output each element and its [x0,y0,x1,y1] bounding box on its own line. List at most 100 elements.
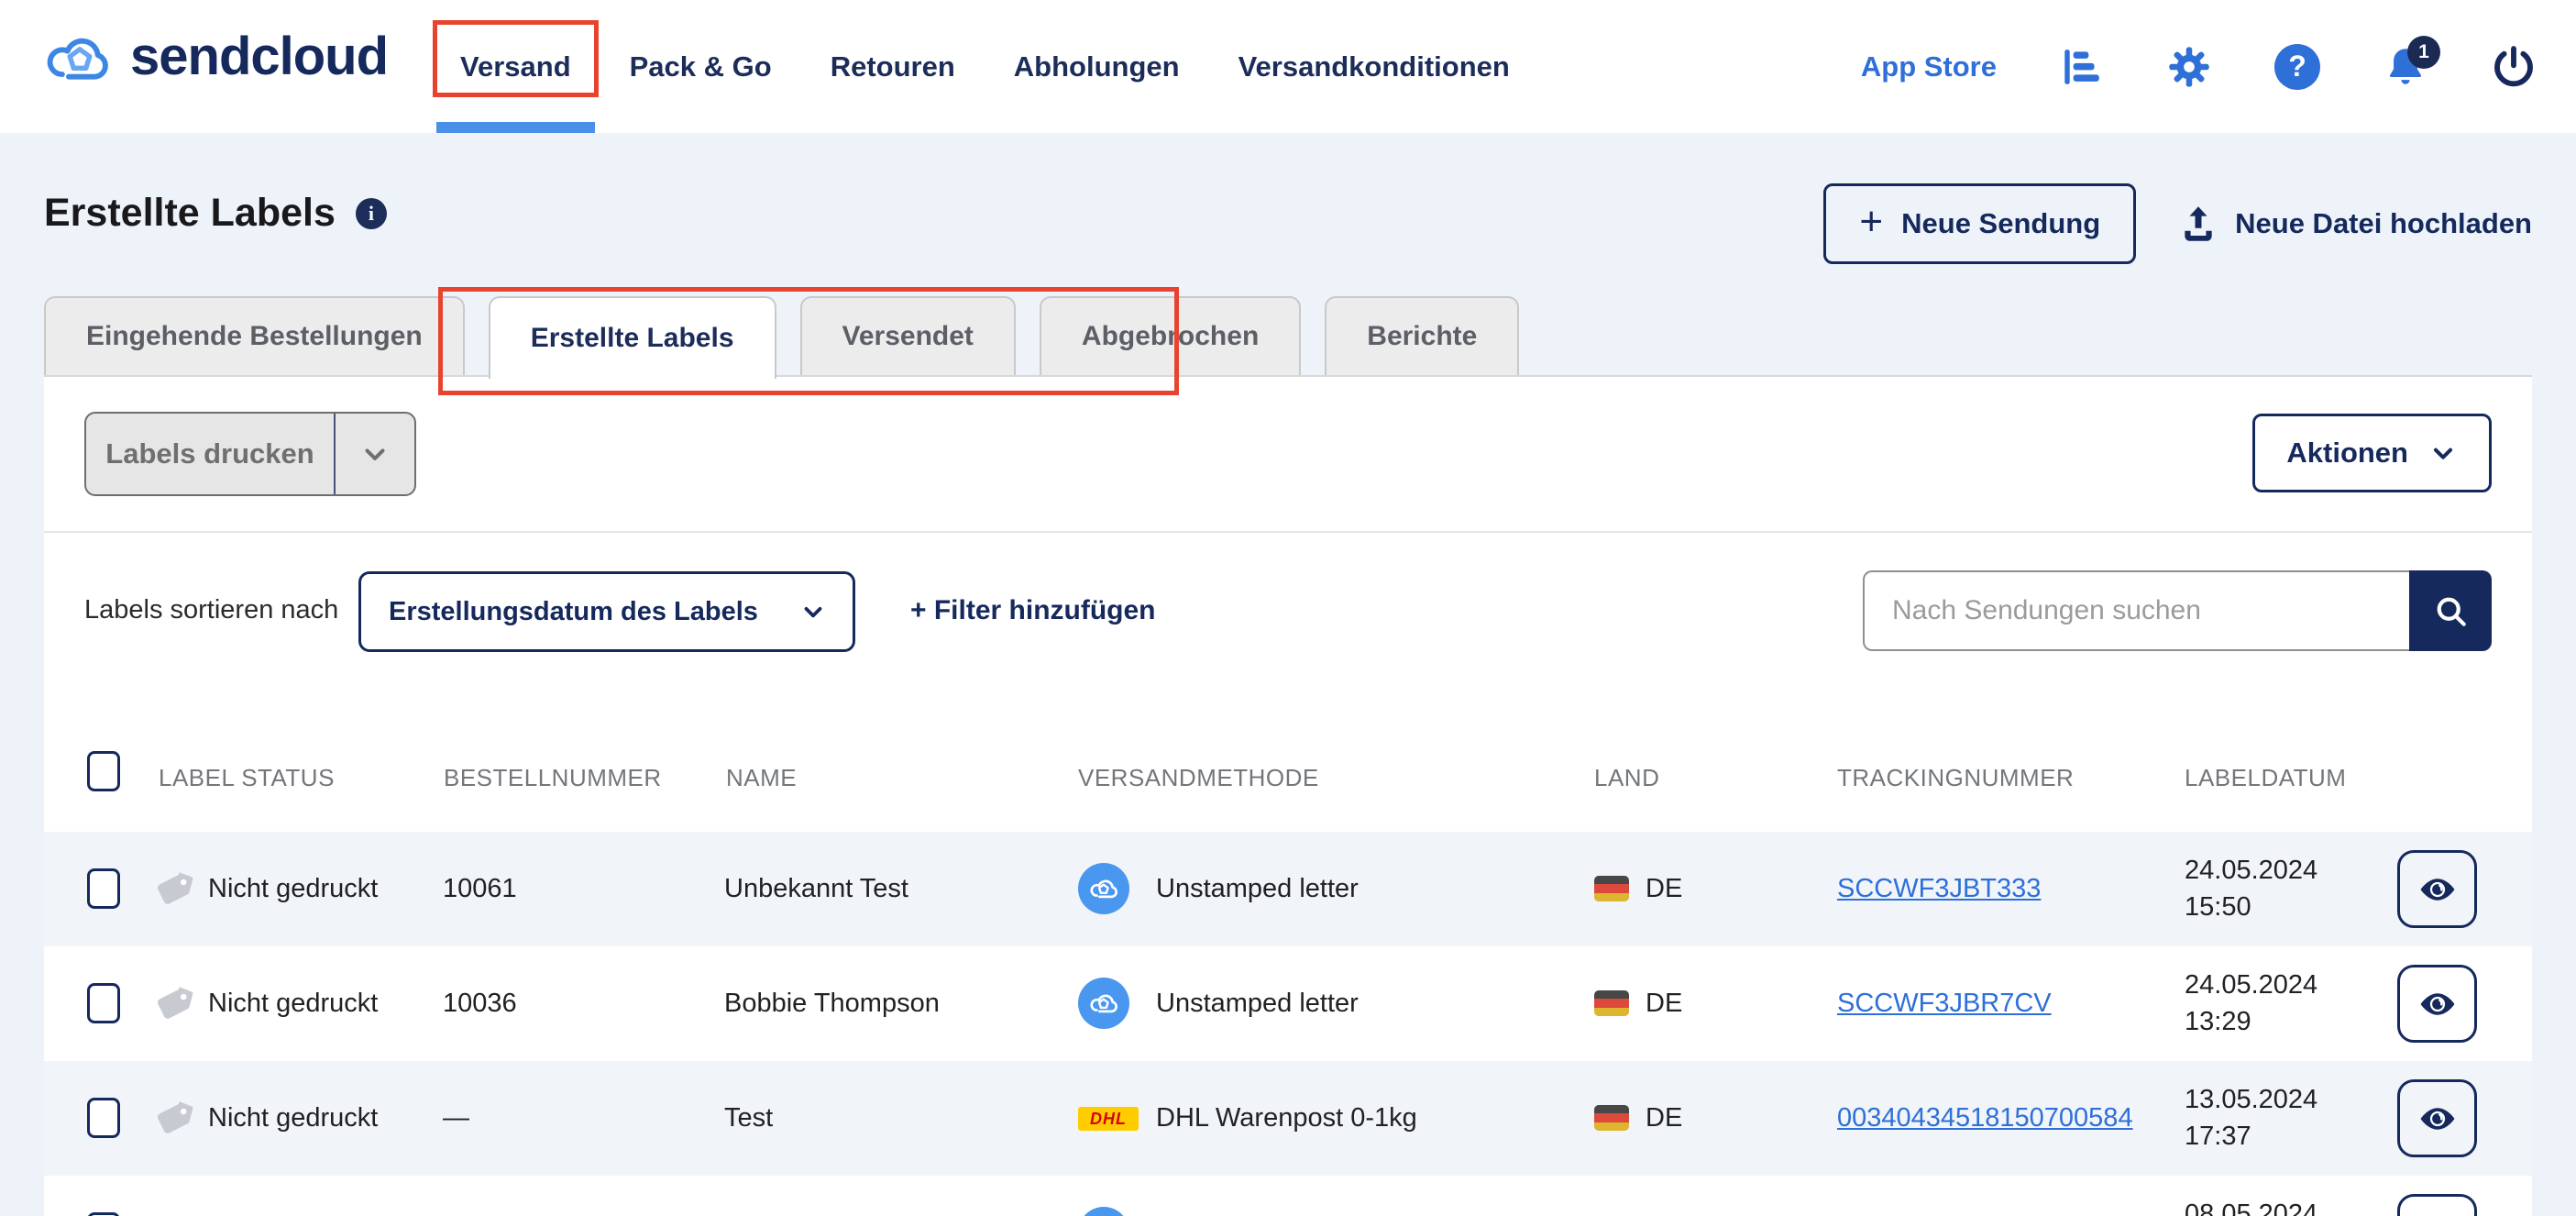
order-number-cell: 10061 [443,874,517,904]
label-status-cell: Nicht gedruckt [208,1103,378,1133]
sendcloud-logo[interactable]: sendcloud [44,26,388,87]
print-labels-split-button[interactable]: Labels drucken [84,412,416,496]
row-checkbox[interactable] [87,983,120,1023]
eye-icon [2416,1097,2460,1141]
country-cell: DE [1646,874,1682,904]
tab-eingehende-bestellungen[interactable]: Eingehende Bestellungen [44,296,465,375]
germany-flag-icon [1594,876,1629,901]
tab-bar: Eingehende Bestellungen Erstellte Labels V… [44,296,1519,379]
eye-icon [2416,982,2460,1026]
view-shipment-button[interactable] [2397,965,2477,1043]
dhl-carrier-icon: DHL [1078,1107,1139,1131]
page-title: Erstellte Labels [44,191,336,236]
tracking-link[interactable]: 00340434518150700584 [1837,1103,2133,1133]
tag-icon [152,867,194,913]
table-row: Nicht gedruckt DHL 08.05.2024 [44,1176,2532,1216]
app-store-link[interactable]: App Store [1861,50,1997,83]
sendcloud-carrier-icon [1078,978,1129,1029]
tag-icon [152,1096,194,1143]
row-checkbox[interactable] [87,1098,120,1138]
gear-icon[interactable] [2165,43,2213,91]
col-tracking: TRACKINGNUMMER [1837,764,2074,792]
germany-flag-icon [1594,990,1629,1016]
name-cell: Test [724,1103,773,1133]
label-date-cell: 24.05.202413:29 [2185,967,2317,1040]
plus-icon: + [1859,202,1883,242]
name-cell: Bobbie Thompson [724,989,940,1019]
search-input[interactable] [1863,570,2409,651]
print-labels-dropdown[interactable] [334,414,414,494]
col-ship-method: VERSANDMETHODE [1078,764,1319,792]
brand-name: sendcloud [130,26,388,87]
country-cell: DE [1646,989,1682,1019]
row-checkbox[interactable] [87,868,120,909]
name-cell: Unbekannt Test [724,874,908,904]
header-right-icons: App Store [1861,0,2537,133]
label-status-cell: Nicht gedruckt [208,874,378,904]
tracking-link[interactable]: SCCWF3JBR7CV [1837,989,2052,1019]
label-date-cell: 08.05.2024 [2185,1196,2317,1216]
info-icon[interactable]: i [356,198,387,229]
new-shipment-button[interactable]: + Neue Sendung [1823,183,2136,264]
view-shipment-button[interactable] [2397,1079,2477,1157]
eye-icon [2416,868,2460,912]
col-country: LAND [1594,764,1659,792]
search-button[interactable] [2409,570,2492,651]
power-icon[interactable] [2490,43,2537,91]
order-number-cell: — [443,1103,469,1133]
tag-icon [152,981,194,1028]
table-row: Nicht gedruckt — Test DHL DHL Warenpost … [44,1061,2532,1176]
table-header-row: LABEL STATUS BESTELLNUMMER NAME VERSANDM… [44,725,2532,832]
nav-item-abholungen[interactable]: Abholungen [985,0,1209,133]
tag-icon [152,1210,194,1216]
bar-chart-icon[interactable] [2057,43,2105,91]
sendcloud-carrier-icon [1078,863,1129,914]
tab-abgebrochen[interactable]: Abgebrochen [1040,296,1301,375]
view-shipment-button[interactable] [2397,850,2477,928]
chevron-down-icon [799,598,827,625]
labels-panel: Labels drucken Aktionen Labels sortieren… [44,375,2532,1216]
col-order-number: BESTELLNUMMER [444,764,662,792]
sendcloud-cloud-icon [44,31,116,83]
sort-select[interactable]: Erstellungsdatum des Labels [358,571,855,652]
select-all-checkbox[interactable] [87,751,120,791]
ship-method-cell: Unstamped letter [1156,874,1359,904]
nav-item-pack-go[interactable]: Pack & Go [600,0,801,133]
nav-item-retouren[interactable]: Retouren [801,0,985,133]
eye-icon [2416,1211,2460,1216]
ship-method-cell: DHL Warenpost 0-1kg [1156,1103,1417,1133]
tab-erstellte-labels[interactable]: Erstellte Labels [489,296,776,379]
label-date-cell: 24.05.202415:50 [2185,852,2317,925]
top-navigation-bar: sendcloud VersandPack & GoRetourenAbholu… [0,0,2576,133]
bell-icon[interactable]: 1 [2382,43,2429,91]
tab-berichte[interactable]: Berichte [1325,296,1519,375]
col-label-status: LABEL STATUS [159,764,335,792]
table-body: Nicht gedruckt 10061 Unbekannt Test DHL … [44,832,2532,1216]
row-checkbox[interactable] [87,1212,120,1216]
label-date-cell: 13.05.202417:37 [2185,1081,2317,1155]
nav-item-versand[interactable]: Versand [431,0,600,133]
order-number-cell: 10036 [443,989,517,1019]
view-shipment-button[interactable] [2397,1194,2477,1216]
country-cell: DE [1646,1103,1682,1133]
help-icon[interactable]: ? [2273,43,2321,91]
add-filter-link[interactable]: + Filter hinzufügen [910,595,1156,626]
upload-file-button[interactable]: Neue Datei hochladen [2178,204,2532,244]
sendcloud-carrier-icon [1078,1207,1129,1216]
col-name: NAME [726,764,797,792]
notification-badge: 1 [2407,36,2440,69]
shipment-search [1863,570,2492,651]
tracking-link[interactable]: SCCWF3JBT333 [1837,874,2041,904]
print-labels-button[interactable]: Labels drucken [86,414,334,494]
search-icon [2431,591,2470,630]
table-row: Nicht gedruckt 10061 Unbekannt Test DHL … [44,832,2532,946]
actions-menu-button[interactable]: Aktionen [2252,414,2492,492]
main-nav: VersandPack & GoRetourenAbholungenVersan… [431,0,1539,133]
chevron-down-icon [359,438,391,470]
table-row: Nicht gedruckt 10036 Bobbie Thompson DHL… [44,946,2532,1061]
ship-method-cell: Unstamped letter [1156,989,1359,1019]
tab-versendet[interactable]: Versendet [800,296,1016,375]
nav-item-versandkonditionen[interactable]: Versandkonditionen [1209,0,1539,133]
label-status-cell: Nicht gedruckt [208,989,378,1019]
col-label-date: LABELDATUM [2185,764,2346,792]
